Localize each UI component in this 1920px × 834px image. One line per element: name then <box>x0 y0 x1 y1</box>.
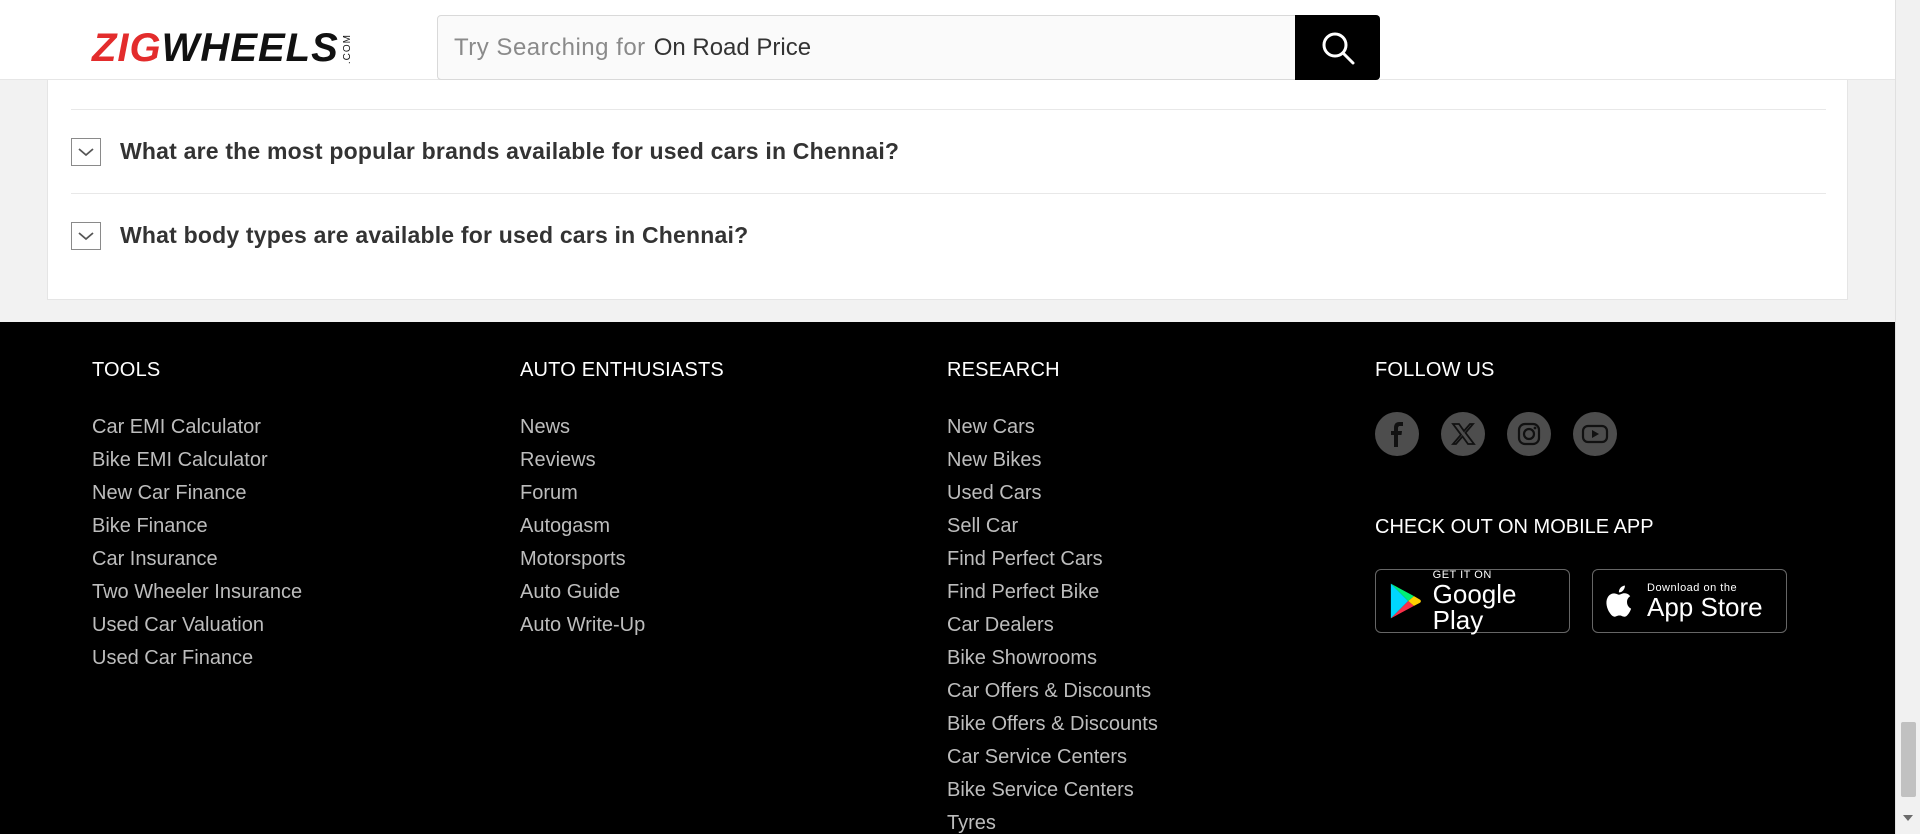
footer-research: RESEARCH New Cars New Bikes Used Cars Se… <box>947 359 1158 834</box>
search-label: Try Searching for <box>454 33 646 61</box>
footer-follow-title: FOLLOW US <box>1375 359 1495 381</box>
app-store-links: GET IT ON Google Play Download on the Ap… <box>1375 569 1787 633</box>
social-icons <box>1375 412 1787 456</box>
footer-link[interactable]: Auto Write-Up <box>520 614 724 647</box>
facebook-icon[interactable] <box>1375 412 1419 456</box>
logo-zig: ZIG <box>92 26 162 70</box>
app-store-button[interactable]: Download on the App Store <box>1592 569 1787 633</box>
footer-link[interactable]: Two Wheeler Insurance <box>92 581 302 614</box>
chevron-down-icon[interactable] <box>71 221 101 250</box>
footer-link[interactable]: Car EMI Calculator <box>92 416 302 449</box>
footer-link[interactable]: Bike Showrooms <box>947 647 1158 680</box>
logo-com: .COM <box>341 33 353 64</box>
google-play-icon <box>1390 583 1421 619</box>
footer-link[interactable]: Tyres <box>947 812 1158 834</box>
footer-link[interactable]: New Cars <box>947 416 1158 449</box>
x-twitter-icon[interactable] <box>1441 412 1485 456</box>
footer-auto-title: AUTO ENTHUSIASTS <box>520 359 724 381</box>
footer-link[interactable]: Used Car Valuation <box>92 614 302 647</box>
footer-link[interactable]: Car Dealers <box>947 614 1158 647</box>
google-play-button[interactable]: GET IT ON Google Play <box>1375 569 1570 633</box>
page-scrollbar[interactable] <box>1895 0 1920 834</box>
footer-link[interactable]: Bike Offers & Discounts <box>947 713 1158 746</box>
footer-link[interactable]: Car Insurance <box>92 548 302 581</box>
footer-link[interactable]: Sell Car <box>947 515 1158 548</box>
faq-question[interactable]: What body types are available for used c… <box>120 222 748 249</box>
footer-link[interactable]: Reviews <box>520 449 724 482</box>
faq-item[interactable]: What are the most popular brands availab… <box>71 109 1826 193</box>
footer-link[interactable]: Find Perfect Bike <box>947 581 1158 614</box>
faq-item[interactable]: What body types are available for used c… <box>71 193 1826 277</box>
footer-link[interactable]: Bike EMI Calculator <box>92 449 302 482</box>
footer-tools-title: TOOLS <box>92 359 161 381</box>
youtube-icon[interactable] <box>1573 412 1617 456</box>
logo-wheels: WHEELS <box>161 26 339 70</box>
search-button[interactable] <box>1295 15 1380 80</box>
footer-link[interactable]: Autogasm <box>520 515 724 548</box>
footer-link[interactable]: Bike Finance <box>92 515 302 548</box>
footer-link[interactable]: News <box>520 416 724 449</box>
site-footer: TOOLS Car EMI Calculator Bike EMI Calcul… <box>0 322 1895 834</box>
footer-link[interactable]: Motorsports <box>520 548 724 581</box>
footer-link[interactable]: New Car Finance <box>92 482 302 515</box>
footer-link[interactable]: Car Offers & Discounts <box>947 680 1158 713</box>
footer-link[interactable]: Used Car Finance <box>92 647 302 680</box>
scrollbar-thumb[interactable] <box>1901 722 1916 797</box>
scroll-down-icon[interactable] <box>1903 815 1913 821</box>
instagram-icon[interactable] <box>1507 412 1551 456</box>
footer-follow: FOLLOW US CHECK OUT ON MOBILE APP GET IT… <box>1375 359 1787 633</box>
site-header: ZIG WHEELS .COM Try Searching for On Roa… <box>0 0 1895 80</box>
zigwheels-logo[interactable]: ZIG WHEELS .COM <box>92 28 353 68</box>
footer-link[interactable]: Forum <box>520 482 724 515</box>
footer-link[interactable]: New Bikes <box>947 449 1158 482</box>
footer-link[interactable]: Car Service Centers <box>947 746 1158 779</box>
footer-link[interactable]: Used Cars <box>947 482 1158 515</box>
search-hint: On Road Price <box>653 33 812 61</box>
footer-link[interactable]: Bike Service Centers <box>947 779 1158 812</box>
footer-auto-enthusiasts: AUTO ENTHUSIASTS News Reviews Forum Auto… <box>520 359 724 647</box>
apple-icon <box>1606 585 1632 617</box>
google-play-label: Google Play <box>1432 579 1517 635</box>
search-input[interactable]: Try Searching for On Road Price <box>437 15 1380 80</box>
faq-question[interactable]: What are the most popular brands availab… <box>120 138 899 165</box>
footer-link[interactable]: Find Perfect Cars <box>947 548 1158 581</box>
chevron-down-icon[interactable] <box>71 137 101 166</box>
app-store-label: App Store <box>1647 592 1763 622</box>
footer-research-title: RESEARCH <box>947 359 1060 381</box>
search-icon <box>1322 32 1354 64</box>
mobile-app-title: CHECK OUT ON MOBILE APP <box>1375 516 1654 538</box>
footer-tools: TOOLS Car EMI Calculator Bike EMI Calcul… <box>92 359 302 680</box>
footer-link[interactable]: Auto Guide <box>520 581 724 614</box>
